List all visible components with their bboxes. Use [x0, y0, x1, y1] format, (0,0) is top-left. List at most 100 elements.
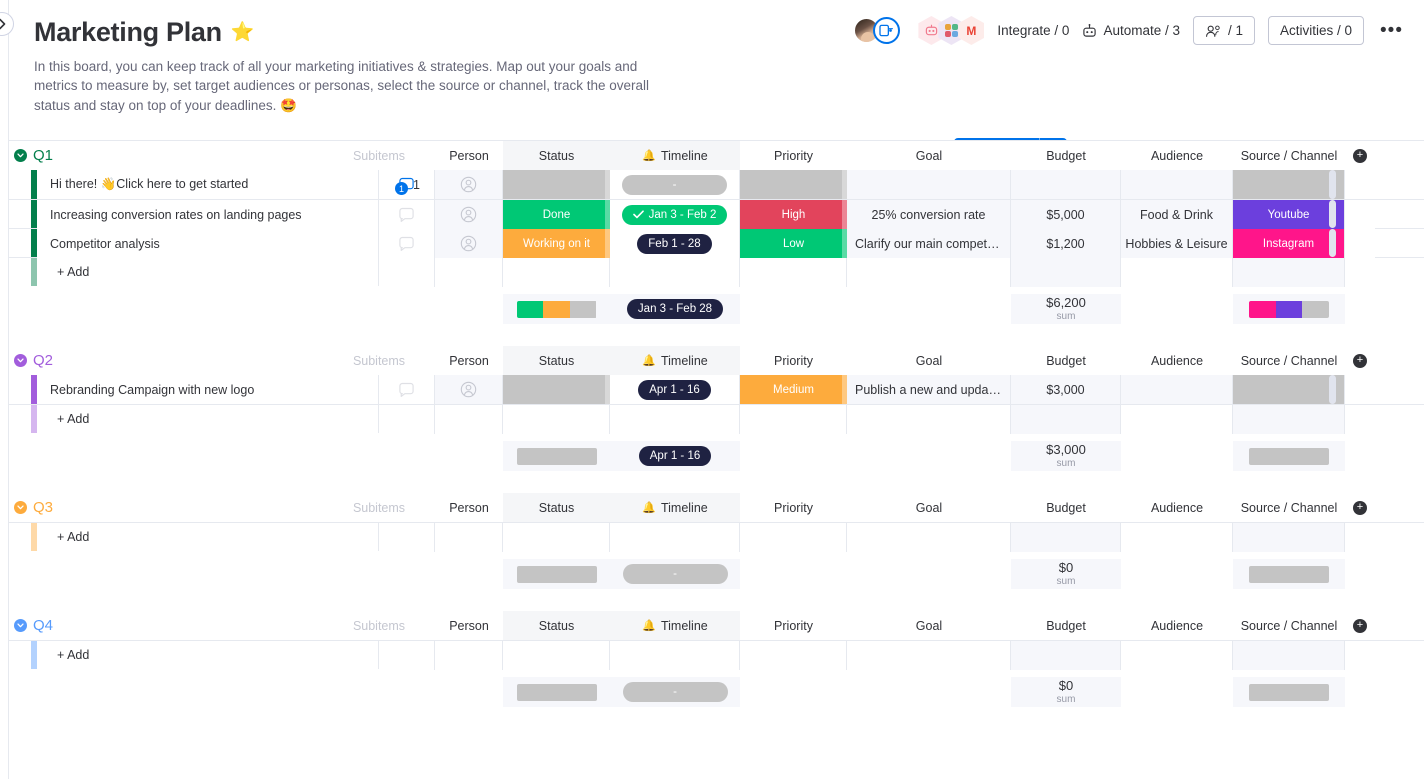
source-summary-cell[interactable]: [1233, 677, 1345, 707]
budget-summary-cell[interactable]: $0 sum: [1011, 559, 1121, 589]
group-title[interactable]: Q1 Subitems: [31, 141, 405, 170]
status-cell[interactable]: [503, 375, 610, 404]
person-column-header[interactable]: Person: [435, 611, 503, 640]
timeline-summary-cell[interactable]: -: [610, 677, 740, 707]
status-summary-cell[interactable]: [503, 294, 610, 324]
priority-cell[interactable]: Medium: [740, 375, 847, 404]
status-column-header[interactable]: Status: [503, 611, 610, 640]
status-summary-cell[interactable]: [503, 677, 610, 707]
goal-cell[interactable]: [847, 170, 1011, 199]
priority-cell[interactable]: [740, 170, 847, 199]
budget-column-header[interactable]: Budget: [1011, 611, 1121, 640]
add-column-button[interactable]: +: [1345, 493, 1375, 522]
activities-button[interactable]: Activities / 0: [1268, 16, 1365, 45]
budget-cell[interactable]: $1,200: [1011, 229, 1121, 258]
budget-cell[interactable]: $5,000: [1011, 200, 1121, 229]
status-cell[interactable]: [503, 170, 610, 199]
person-column-header[interactable]: Person: [435, 493, 503, 522]
source-column-header[interactable]: Source / Channel: [1233, 493, 1345, 522]
subitems-cell[interactable]: [379, 200, 435, 229]
budget-summary-cell[interactable]: $3,000 sum: [1011, 441, 1121, 471]
add-item-row[interactable]: + Add: [9, 640, 1424, 670]
priority-column-header[interactable]: Priority: [740, 346, 847, 375]
add-item-label[interactable]: + Add: [37, 258, 379, 286]
person-cell[interactable]: [435, 200, 503, 229]
source-summary-cell[interactable]: [1233, 441, 1345, 471]
item-name-cell[interactable]: Increasing conversion rates on landing p…: [37, 200, 379, 229]
item-name-cell[interactable]: Competitor analysis: [37, 229, 379, 258]
table-row[interactable]: Competitor analysis Working on it Feb 1 …: [9, 228, 1424, 258]
table-row[interactable]: Hi there! 👋Click here to get started 1 1…: [9, 170, 1424, 199]
priority-cell[interactable]: High: [740, 200, 847, 229]
group-collapse-button[interactable]: [9, 346, 31, 375]
add-item-label[interactable]: + Add: [37, 405, 379, 433]
table-row[interactable]: Rebranding Campaign with new logo Apr 1 …: [9, 375, 1424, 404]
status-summary-cell[interactable]: [503, 441, 610, 471]
add-item-row[interactable]: + Add: [9, 404, 1424, 434]
vertical-scrollbar[interactable]: [1329, 200, 1336, 228]
audience-column-header[interactable]: Audience: [1121, 611, 1233, 640]
budget-column-header[interactable]: Budget: [1011, 141, 1121, 170]
budget-column-header[interactable]: Budget: [1011, 346, 1121, 375]
audience-cell[interactable]: [1121, 170, 1233, 199]
goal-cell[interactable]: 25% conversion rate: [847, 200, 1011, 229]
person-cell[interactable]: [435, 170, 503, 199]
integration-gmail-icon[interactable]: M: [958, 16, 985, 45]
timeline-pill[interactable]: Feb 1 - 28: [637, 233, 712, 254]
budget-summary-cell[interactable]: $0 sum: [1011, 677, 1121, 707]
timeline-pill[interactable]: Apr 1 - 16: [638, 379, 711, 400]
group-collapse-button[interactable]: [9, 141, 31, 170]
budget-cell[interactable]: $3,000: [1011, 375, 1121, 404]
subitems-cell[interactable]: 1 1: [379, 170, 435, 199]
source-summary-cell[interactable]: [1233, 294, 1345, 324]
timeline-pill[interactable]: -: [622, 174, 727, 195]
goal-cell[interactable]: Clarify our main competitive a...: [847, 229, 1011, 258]
add-column-button[interactable]: +: [1345, 141, 1375, 170]
budget-column-header[interactable]: Budget: [1011, 493, 1121, 522]
subitems-cell[interactable]: [379, 375, 435, 404]
source-summary-cell[interactable]: [1233, 559, 1345, 589]
timeline-pill[interactable]: Jan 3 - Feb 2: [621, 204, 728, 225]
add-item-row[interactable]: + Add: [9, 257, 1424, 287]
add-column-button[interactable]: +: [1345, 346, 1375, 375]
source-column-header[interactable]: Source / Channel: [1233, 141, 1345, 170]
status-column-header[interactable]: Status: [503, 346, 610, 375]
priority-column-header[interactable]: Priority: [740, 493, 847, 522]
budget-cell[interactable]: [1011, 170, 1121, 199]
timeline-cell[interactable]: -: [610, 170, 740, 199]
audience-cell[interactable]: Hobbies & Leisure: [1121, 229, 1233, 258]
status-cell[interactable]: Working on it: [503, 229, 610, 258]
vertical-scrollbar[interactable]: [1329, 229, 1336, 257]
board-more-menu-button[interactable]: •••: [1377, 20, 1406, 42]
timeline-column-header[interactable]: 🔔 Timeline: [610, 493, 740, 522]
source-column-header[interactable]: Source / Channel: [1233, 346, 1345, 375]
vertical-scrollbar[interactable]: [1329, 170, 1336, 199]
budget-summary-cell[interactable]: $6,200 sum: [1011, 294, 1121, 324]
invite-members-button[interactable]: [873, 17, 901, 44]
person-cell[interactable]: [435, 229, 503, 258]
audience-column-header[interactable]: Audience: [1121, 141, 1233, 170]
group-collapse-button[interactable]: [9, 611, 31, 640]
priority-column-header[interactable]: Priority: [740, 611, 847, 640]
timeline-summary-cell[interactable]: -: [610, 559, 740, 589]
goal-cell[interactable]: Publish a new and updated lo...: [847, 375, 1011, 404]
group-title[interactable]: Q4 Subitems: [31, 611, 405, 640]
group-title[interactable]: Q3 Subitems: [31, 493, 405, 522]
subitems-cell[interactable]: [379, 229, 435, 258]
person-column-header[interactable]: Person: [435, 141, 503, 170]
person-cell[interactable]: [435, 375, 503, 404]
audience-column-header[interactable]: Audience: [1121, 346, 1233, 375]
board-members-button[interactable]: / 1: [1192, 16, 1255, 45]
timeline-column-header[interactable]: 🔔 Timeline: [610, 346, 740, 375]
timeline-cell[interactable]: Jan 3 - Feb 2: [610, 200, 740, 229]
add-item-label[interactable]: + Add: [37, 641, 379, 669]
timeline-cell[interactable]: Apr 1 - 16: [610, 375, 740, 404]
item-name-cell[interactable]: Hi there! 👋Click here to get started: [37, 170, 379, 199]
goal-column-header[interactable]: Goal: [847, 346, 1011, 375]
timeline-column-header[interactable]: 🔔 Timeline: [610, 141, 740, 170]
audience-cell[interactable]: [1121, 375, 1233, 404]
person-column-header[interactable]: Person: [435, 346, 503, 375]
add-item-row[interactable]: + Add: [9, 522, 1424, 552]
add-item-label[interactable]: + Add: [37, 523, 379, 551]
table-row[interactable]: Increasing conversion rates on landing p…: [9, 199, 1424, 229]
